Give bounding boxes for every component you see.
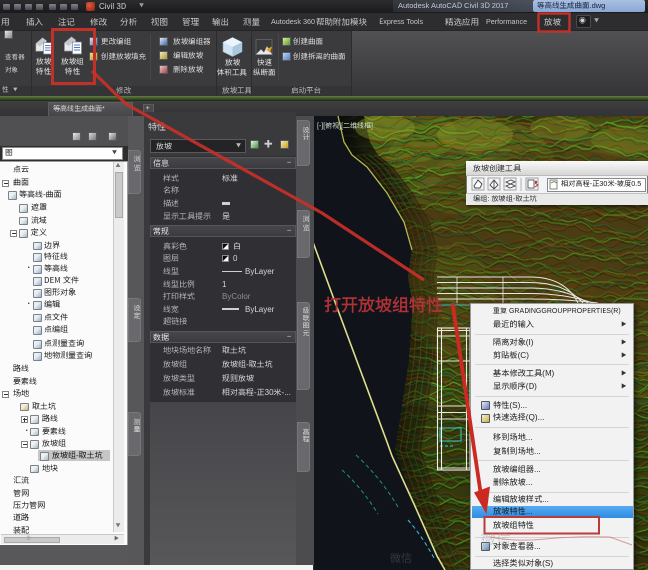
svg-text:微信: 微信 — [481, 529, 511, 550]
svg-text:打开放坡组特性: 打开放坡组特性 — [324, 291, 443, 316]
